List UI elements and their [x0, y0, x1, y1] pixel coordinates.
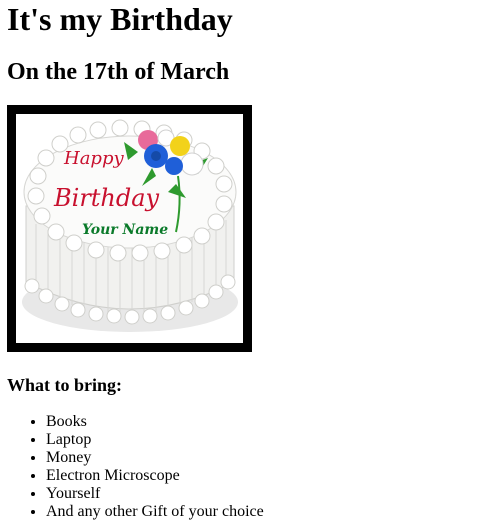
- cake-image-frame: Happy Birthday Your Name: [7, 105, 252, 352]
- cake-text-happy: Happy: [64, 148, 124, 169]
- list-item: Laptop: [46, 431, 264, 449]
- cake-text-name: Your Name: [82, 222, 169, 238]
- bring-heading: What to bring:: [7, 375, 123, 395]
- page-subtitle: On the 17th of March: [7, 59, 230, 85]
- list-item: Electron Microscope: [46, 467, 264, 485]
- cake-image: Happy Birthday Your Name: [16, 114, 243, 343]
- cake-text-birthday: Birthday: [54, 184, 160, 212]
- list-item: Books: [46, 413, 264, 431]
- page-title: It's my Birthday: [7, 1, 233, 37]
- list-item: Money: [46, 449, 264, 467]
- bring-list: Books Laptop Money Electron Microscope Y…: [0, 413, 264, 521]
- list-item: Yourself: [46, 485, 264, 503]
- list-item: And any other Gift of your choice: [46, 503, 264, 521]
